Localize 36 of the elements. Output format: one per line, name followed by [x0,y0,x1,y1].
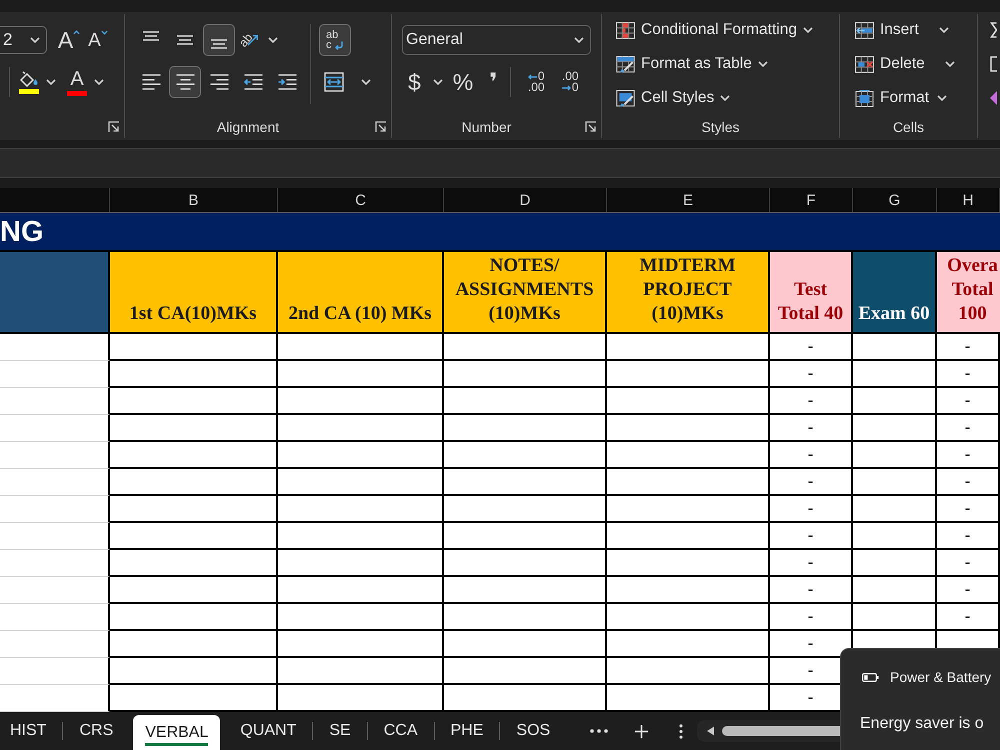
table-cell: - [937,361,1000,388]
table-cell: - [770,550,853,577]
column-heading: NOTES/ ASSIGNMENTS (10)MKs [444,252,607,334]
table-cell: - [937,415,1000,442]
column-heading: 1st CA(10)MKs [110,252,278,334]
table-cell: - [770,496,853,523]
table-cell: - [937,550,1000,577]
column-heading: 2nd CA (10) MKs [278,252,444,334]
group-label: Styles [700,119,741,135]
group-label: Cells [892,119,926,135]
table-cell: - [770,523,853,550]
column-heading: Overa Total 100 [937,252,1000,334]
column-heading: Test Total 40 [770,252,853,334]
table-cell: - [770,469,853,496]
column-heading: Exam 60 [853,252,937,334]
table-cell: - [770,577,853,604]
group-label: Number [460,119,512,135]
column-heading: MIDTERM PROJECT (10)MKs [607,252,770,334]
notification-message: Energy saver is o [860,715,985,733]
table-cell: - [937,442,1000,469]
table-cell: - [770,604,853,631]
table-cell: - [770,361,853,388]
table-cell: - [937,496,1000,523]
table-cell: - [937,523,1000,550]
table-cell: - [937,577,1000,604]
table-cell: - [770,388,853,415]
notification-title: Power & Battery [890,669,992,685]
table-cell: - [937,469,1000,496]
table-cell: - [770,415,853,442]
table-cell: - [937,334,1000,361]
table-cell: - [937,388,1000,415]
table-cell: - [770,334,853,361]
merged-title-cell: NG [0,213,1000,252]
table-cell: - [937,604,1000,631]
group-label: Alignment [216,119,280,135]
table-cell: - [770,442,853,469]
